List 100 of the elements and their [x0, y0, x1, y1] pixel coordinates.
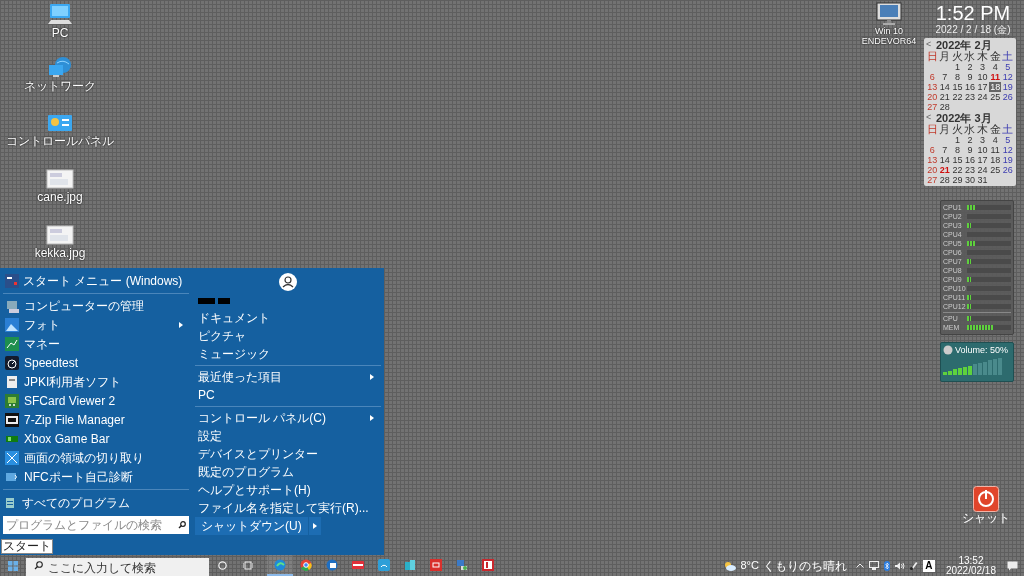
program-search-field[interactable]: プログラムとファイルの検索 — [3, 516, 189, 534]
taskbar-clock[interactable]: 13:52 2022/02/18 — [939, 555, 1002, 576]
calendar-day[interactable]: 5 — [1001, 135, 1014, 145]
places-menu-item[interactable]: コントロール パネル(C) — [195, 409, 381, 427]
bluetooth-icon[interactable] — [883, 560, 890, 571]
places-menu-item[interactable]: 設定 — [195, 427, 381, 445]
program-menu-item[interactable]: JPKI利用者ソフト — [3, 372, 189, 391]
program-menu-item[interactable]: コンピューターの管理 — [3, 296, 189, 315]
calendar-day[interactable]: 19 — [1001, 155, 1014, 165]
image-thumbnail-icon[interactable] — [46, 222, 74, 246]
calendar-day[interactable]: 4 — [988, 135, 1002, 145]
calendar-day[interactable]: 6 — [926, 145, 939, 155]
previous-month-button[interactable]: < — [926, 39, 936, 50]
places-menu-item[interactable]: ヘルプとサポート(H) — [195, 481, 381, 499]
image-thumbnail-icon[interactable] — [46, 166, 74, 190]
program-menu-item[interactable]: 7-Zip File Manager — [3, 410, 189, 429]
calendar-day[interactable]: 1 — [951, 135, 964, 145]
places-menu-item[interactable]: PC — [195, 386, 381, 404]
calendar-day[interactable]: 23 — [963, 92, 977, 102]
calendar-day[interactable]: 28 — [938, 175, 952, 185]
calendar-day[interactable]: 15 — [951, 155, 964, 165]
calendar-day[interactable]: 18 — [988, 82, 1002, 92]
monitor-icon[interactable] — [876, 2, 902, 26]
calendar-day[interactable]: 20 — [926, 92, 939, 102]
weather-widget[interactable]: 8°C くもりのち晴れ — [724, 556, 847, 575]
calendar-day[interactable]: 13 — [926, 155, 939, 165]
calendar-day[interactable]: 12 — [1001, 145, 1014, 155]
calendar-day[interactable]: 8 — [951, 72, 964, 82]
calendar-day[interactable]: 2 — [963, 135, 977, 145]
calendar-day[interactable]: 27 — [926, 102, 939, 112]
program-menu-item[interactable]: NFCポート自己診断 — [3, 467, 189, 486]
pen-icon[interactable] — [909, 561, 918, 570]
calendar-day[interactable]: 21 — [938, 92, 952, 102]
calendar-day[interactable]: 4 — [988, 62, 1002, 72]
chevron-up-icon[interactable] — [855, 563, 864, 568]
shutdown-options-button[interactable] — [308, 517, 321, 535]
calendar-day[interactable]: 7 — [938, 72, 952, 82]
power-icon[interactable] — [973, 486, 999, 512]
calendar-day[interactable]: 13 — [926, 82, 939, 92]
calendar-day[interactable]: 17 — [976, 155, 989, 165]
calendar-day[interactable]: 26 — [1001, 165, 1014, 175]
calendar-day[interactable]: 18 — [988, 155, 1002, 165]
notification-icon[interactable] — [1007, 560, 1018, 571]
places-menu-item[interactable]: デバイスとプリンター — [195, 445, 381, 463]
calendar-day[interactable]: 2 — [963, 62, 977, 72]
calendar-day[interactable]: 5 — [1001, 62, 1014, 72]
calendar-day[interactable]: 9 — [963, 145, 977, 155]
program-menu-item[interactable]: Xbox Game Bar — [3, 429, 189, 448]
program-menu-item[interactable]: 画面の領域の切り取り — [3, 448, 189, 467]
calendar-day[interactable]: 26 — [1001, 92, 1014, 102]
program-menu-item[interactable]: マネー — [3, 334, 189, 353]
calendar-day[interactable]: 8 — [951, 145, 964, 155]
places-menu-item[interactable]: ドキュメント — [195, 309, 381, 327]
calendar-day[interactable]: 31 — [976, 175, 989, 185]
calendar-day[interactable]: 3 — [976, 135, 989, 145]
calendar-day[interactable]: 25 — [988, 165, 1002, 175]
calendar-day[interactable]: 9 — [963, 72, 977, 82]
places-menu-item[interactable]: 最近使った項目 — [195, 368, 381, 386]
calendar-day[interactable]: 3 — [976, 62, 989, 72]
shutdown-button[interactable]: シャットダウン(U) — [195, 517, 308, 535]
calendar-day[interactable]: 29 — [951, 175, 964, 185]
calendar-day[interactable]: 1 — [951, 62, 964, 72]
calendar-day[interactable]: 11 — [988, 72, 1002, 82]
calendar-day[interactable]: 14 — [938, 82, 952, 92]
places-menu-item[interactable]: ピクチャ — [195, 327, 381, 345]
calendar-day[interactable]: 12 — [1001, 72, 1014, 82]
calendar-day[interactable]: 15 — [951, 82, 964, 92]
calendar-day[interactable]: 7 — [938, 145, 952, 155]
calendar-day[interactable]: 16 — [963, 155, 977, 165]
calendar-day[interactable]: 22 — [951, 92, 964, 102]
computer-icon[interactable] — [46, 2, 74, 26]
taskbar-search-field[interactable]: ここに入力して検索 — [26, 557, 209, 576]
start-menu-header[interactable]: スタート メニュー (Windows) — [3, 271, 189, 291]
calendar-day[interactable]: 11 — [988, 145, 1002, 155]
previous-month-button[interactable]: < — [926, 112, 936, 123]
calendar-day[interactable]: 10 — [976, 145, 989, 155]
calendar-day[interactable]: 24 — [976, 92, 989, 102]
network-monitor-icon[interactable] — [868, 561, 879, 570]
calendar-day[interactable]: 24 — [976, 165, 989, 175]
calendar-day[interactable]: 17 — [976, 82, 989, 92]
calendar-day[interactable]: 20 — [926, 165, 939, 175]
places-menu-item[interactable]: 既定のプログラム — [195, 463, 381, 481]
calendar-day[interactable]: 14 — [938, 155, 952, 165]
calendar-day[interactable]: 23 — [963, 165, 977, 175]
places-menu-item[interactable]: ミュージック — [195, 345, 381, 363]
all-programs-item[interactable]: すべてのプログラム — [3, 493, 189, 512]
calendar-day[interactable]: 28 — [938, 102, 952, 112]
calendar-day[interactable]: 16 — [963, 82, 977, 92]
program-menu-item[interactable]: SFCard Viewer 2 — [3, 391, 189, 410]
calendar-day[interactable]: 10 — [976, 72, 989, 82]
calendar-day[interactable]: 27 — [926, 175, 939, 185]
program-menu-item[interactable]: Speedtest — [3, 353, 189, 372]
calendar-day[interactable]: 19 — [1001, 82, 1014, 92]
calendar-day[interactable]: 21 — [938, 165, 952, 175]
calendar-day[interactable]: 25 — [988, 92, 1002, 102]
calendar-day[interactable]: 30 — [963, 175, 977, 185]
calendar-day[interactable]: 22 — [951, 165, 964, 175]
ime-mode-button[interactable]: A — [922, 559, 935, 572]
calendar-day[interactable]: 6 — [926, 72, 939, 82]
speaker-icon[interactable] — [894, 561, 905, 570]
